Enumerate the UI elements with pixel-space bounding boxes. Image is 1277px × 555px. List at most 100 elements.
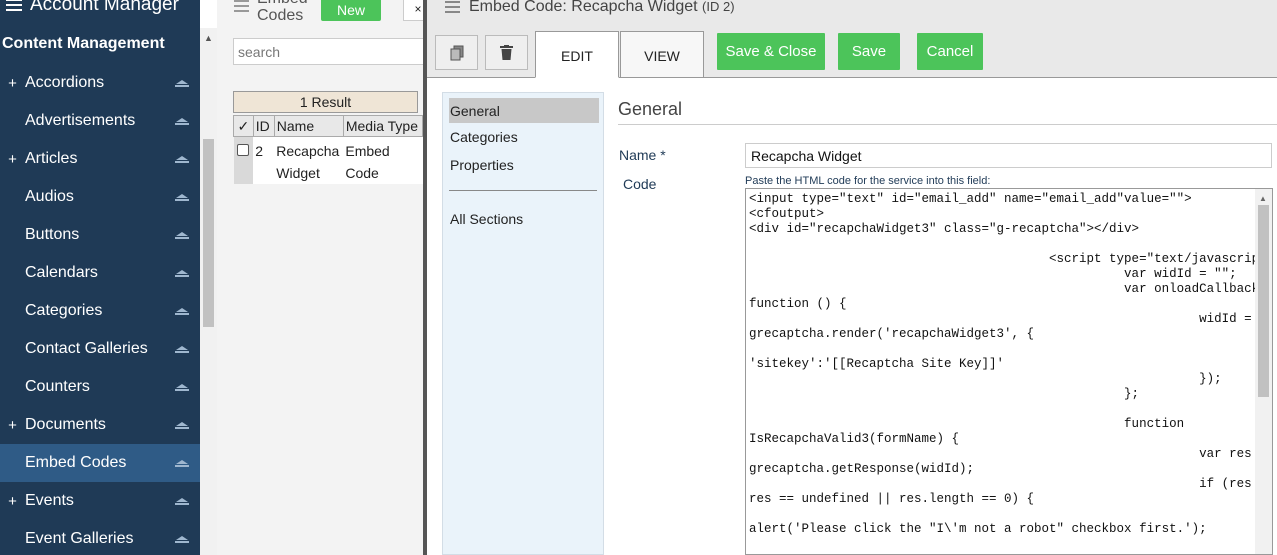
sidebar-item-label: Categories <box>25 302 103 319</box>
list-header: EmbedCodes New × <box>217 0 433 28</box>
collapse-icon[interactable] <box>174 231 190 239</box>
collapse-icon[interactable] <box>174 307 190 315</box>
sidebar-item-label: Event Galleries <box>25 530 134 547</box>
code-content: <input type="text" id="email_add" name="… <box>749 192 1273 536</box>
form-title: General <box>618 99 683 119</box>
scroll-up-arrow-icon[interactable]: ▲ <box>204 33 213 43</box>
copy-button[interactable] <box>435 35 478 70</box>
editor-toolbar: EDIT VIEW Save & Close Save Cancel <box>427 22 1277 78</box>
code-hint: Paste the HTML code for the service into… <box>745 175 991 187</box>
code-scroll-up-arrow-icon[interactable]: ▲ <box>1259 194 1267 203</box>
sidebar-item-events[interactable]: + Events <box>0 482 200 520</box>
tab-view[interactable]: VIEW <box>620 31 704 78</box>
collapse-icon[interactable] <box>174 193 190 201</box>
section-nav: General Categories Properties All Sectio… <box>442 92 604 555</box>
collapse-icon[interactable] <box>174 269 190 277</box>
sidebar-item-accordions[interactable]: + Accordions <box>0 64 200 102</box>
save-button[interactable]: Save <box>838 33 900 70</box>
collapse-icon[interactable] <box>174 459 190 467</box>
sidebar-item-documents[interactable]: + Documents <box>0 406 200 444</box>
editor-panel: Embed Code: Recapcha Widget (ID 2) EDIT … <box>423 0 1277 555</box>
sidebar-scrollbar[interactable]: ▲ <box>200 28 217 555</box>
sidebar-item-label: Calendars <box>25 264 98 281</box>
editor-title-text: Embed Code: Recapcha Widget <box>469 0 698 15</box>
save-close-button[interactable]: Save & Close <box>717 33 825 70</box>
sidebar-item-event-galleries[interactable]: Event Galleries <box>0 520 200 555</box>
column-header-media-type[interactable]: Media Type <box>342 115 424 137</box>
result-count: 1 Result <box>233 91 418 113</box>
sidebar-item-audios[interactable]: Audios <box>0 178 200 216</box>
collapse-icon[interactable] <box>174 497 190 505</box>
form-divider <box>618 124 1277 125</box>
results-table: ✓ ID Name Media Type 2 Recapcha Widget E… <box>233 115 424 184</box>
sidebar-item-label: Audios <box>25 188 74 205</box>
sidebar-item-label: Events <box>25 492 74 509</box>
sidebar: Account Manager Content Management + Acco… <box>0 0 200 555</box>
trash-icon <box>500 45 513 60</box>
table-row[interactable]: 2 Recapcha Widget Embed Code <box>233 136 423 184</box>
collapse-icon[interactable] <box>174 79 190 87</box>
list-title-line: Embed <box>257 0 308 7</box>
expand-plus-icon[interactable]: + <box>0 493 25 510</box>
app-title-label: Account Manager <box>30 0 179 15</box>
sidebar-item-categories[interactable]: Categories <box>0 292 200 330</box>
section-general[interactable]: General <box>449 98 599 123</box>
sidebar-item-label: Advertisements <box>25 112 136 129</box>
scrollbar-thumb[interactable] <box>203 139 214 327</box>
column-header-name[interactable]: Name <box>273 115 344 137</box>
collapse-icon[interactable] <box>174 535 190 543</box>
column-header-id[interactable]: ID <box>252 115 275 137</box>
sidebar-item-embed-codes[interactable]: Embed Codes <box>0 444 200 482</box>
code-scrollbar[interactable]: ▲ <box>1255 189 1272 554</box>
sidebar-item-articles[interactable]: + Articles <box>0 140 200 178</box>
hamburger-menu-icon[interactable] <box>6 0 22 12</box>
collapse-icon[interactable] <box>174 383 190 391</box>
expand-plus-icon[interactable]: + <box>0 75 25 92</box>
section-divider <box>449 190 597 191</box>
section-properties[interactable]: Properties <box>449 152 599 177</box>
row-select-cell <box>233 136 254 184</box>
name-field[interactable]: Recapcha Widget <box>745 143 1272 168</box>
editor-id-label: (ID 2) <box>702 0 735 14</box>
collapse-icon[interactable] <box>174 155 190 163</box>
editor-title-bar: Embed Code: Recapcha Widget (ID 2) <box>427 0 1277 22</box>
new-button[interactable]: New <box>321 0 381 21</box>
sidebar-item-contact-galleries[interactable]: Contact Galleries <box>0 330 200 368</box>
section-categories[interactable]: Categories <box>449 124 599 149</box>
search-input[interactable] <box>233 38 433 65</box>
row-name[interactable]: Recapcha Widget <box>274 136 344 184</box>
list-menu-icon[interactable] <box>234 0 249 12</box>
sidebar-item-calendars[interactable]: Calendars <box>0 254 200 292</box>
delete-button[interactable] <box>485 35 528 70</box>
editor-menu-icon[interactable] <box>445 1 460 13</box>
section-title: Content Management <box>2 35 165 52</box>
column-header-select[interactable]: ✓ <box>233 115 254 137</box>
sidebar-item-buttons[interactable]: Buttons <box>0 216 200 254</box>
expand-plus-icon[interactable]: + <box>0 151 25 168</box>
row-checkbox[interactable] <box>237 144 250 156</box>
app-title[interactable]: Account Manager <box>6 0 179 16</box>
sidebar-item-label: Counters <box>25 378 90 395</box>
sidebar-item-label: Documents <box>25 416 106 433</box>
collapse-icon[interactable] <box>174 421 190 429</box>
list-panel: EmbedCodes New × 1 Result ✓ ID Name Medi… <box>217 0 433 555</box>
expand-plus-icon[interactable]: + <box>0 417 25 434</box>
cancel-button[interactable]: Cancel <box>917 33 983 70</box>
sidebar-item-counters[interactable]: Counters <box>0 368 200 406</box>
tab-edit[interactable]: EDIT <box>535 31 619 78</box>
editor-title: Embed Code: Recapcha Widget (ID 2) <box>469 0 735 16</box>
list-title-line: Codes <box>257 7 304 24</box>
row-media-type: Embed Code <box>343 136 423 184</box>
section-all[interactable]: All Sections <box>449 206 599 231</box>
code-label: Code <box>623 176 657 192</box>
code-textarea[interactable]: <input type="text" id="email_add" name="… <box>745 188 1273 555</box>
name-label: Name * <box>619 147 666 163</box>
list-title: EmbedCodes <box>257 0 308 24</box>
collapse-icon[interactable] <box>174 345 190 353</box>
collapse-icon[interactable] <box>174 117 190 125</box>
code-scrollbar-thumb[interactable] <box>1258 205 1269 397</box>
sidebar-item-label: Contact Galleries <box>25 340 148 357</box>
sidebar-item-label: Buttons <box>25 226 80 243</box>
sidebar-item-label: Embed Codes <box>25 454 127 471</box>
sidebar-item-advertisements[interactable]: Advertisements <box>0 102 200 140</box>
